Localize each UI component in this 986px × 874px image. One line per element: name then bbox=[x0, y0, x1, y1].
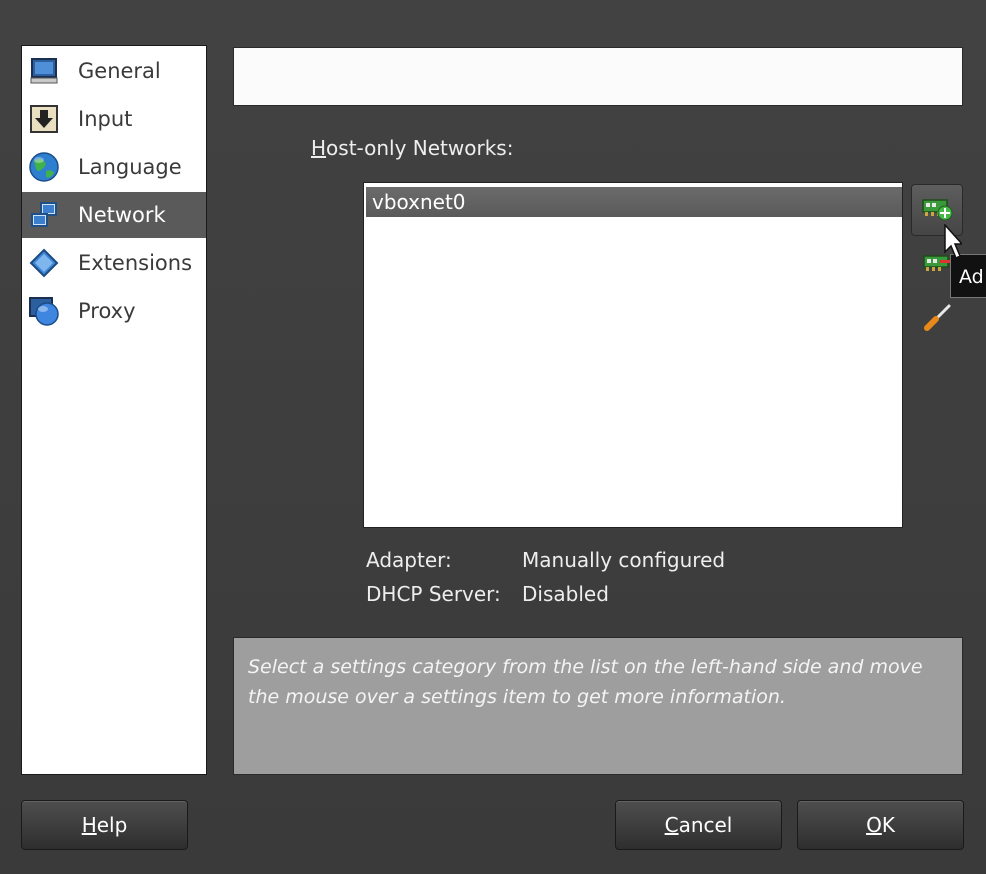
help-button[interactable]: Help bbox=[21, 800, 188, 850]
ok-button[interactable]: OK bbox=[797, 800, 964, 850]
sidebar-item-label: Language bbox=[78, 155, 182, 179]
sidebar-item-input[interactable]: Input bbox=[22, 96, 206, 142]
sidebar-item-label: Extensions bbox=[78, 251, 193, 275]
sidebar-item-label: General bbox=[78, 59, 161, 83]
sidebar-item-label: Network bbox=[78, 203, 166, 227]
sidebar-item-language[interactable]: Language bbox=[22, 144, 206, 190]
sidebar-item-label: Proxy bbox=[78, 299, 136, 323]
dhcp-server-label: DHCP Server: bbox=[366, 582, 501, 606]
sidebar-item-label: Input bbox=[78, 107, 133, 131]
edit-network-button[interactable] bbox=[911, 294, 963, 346]
page-title-box bbox=[233, 47, 963, 106]
network-icon bbox=[28, 199, 60, 231]
sidebar-item-general[interactable]: General bbox=[22, 48, 206, 94]
mouse-cursor-icon bbox=[944, 223, 964, 264]
monitor-icon bbox=[28, 55, 60, 87]
host-only-networks-label: Host-only Networks: bbox=[311, 136, 514, 160]
dhcp-server-value: Disabled bbox=[522, 582, 609, 606]
add-network-icon bbox=[921, 194, 953, 226]
input-icon bbox=[28, 103, 60, 135]
list-item[interactable]: vboxnet0 bbox=[366, 187, 902, 217]
preferences-window: General Input Language Network Extension… bbox=[0, 0, 986, 874]
sidebar-item-extensions[interactable]: Extensions bbox=[22, 240, 206, 286]
description-text: Select a settings category from the list… bbox=[248, 656, 923, 708]
description-panel: Select a settings category from the list… bbox=[233, 637, 963, 775]
screwdriver-icon bbox=[922, 303, 952, 337]
proxy-globe-icon bbox=[28, 295, 60, 327]
sidebar-item-proxy[interactable]: Proxy bbox=[22, 288, 206, 334]
cancel-button[interactable]: Cancel bbox=[615, 800, 782, 850]
diamond-icon bbox=[28, 247, 60, 279]
settings-category-list[interactable]: General Input Language Network Extension… bbox=[21, 45, 207, 775]
adapter-label: Adapter: bbox=[366, 548, 452, 572]
host-only-networks-list[interactable]: vboxnet0 bbox=[363, 182, 903, 528]
globe-icon bbox=[28, 151, 60, 183]
adapter-value: Manually configured bbox=[522, 548, 726, 572]
sidebar-item-network[interactable]: Network bbox=[22, 192, 206, 238]
